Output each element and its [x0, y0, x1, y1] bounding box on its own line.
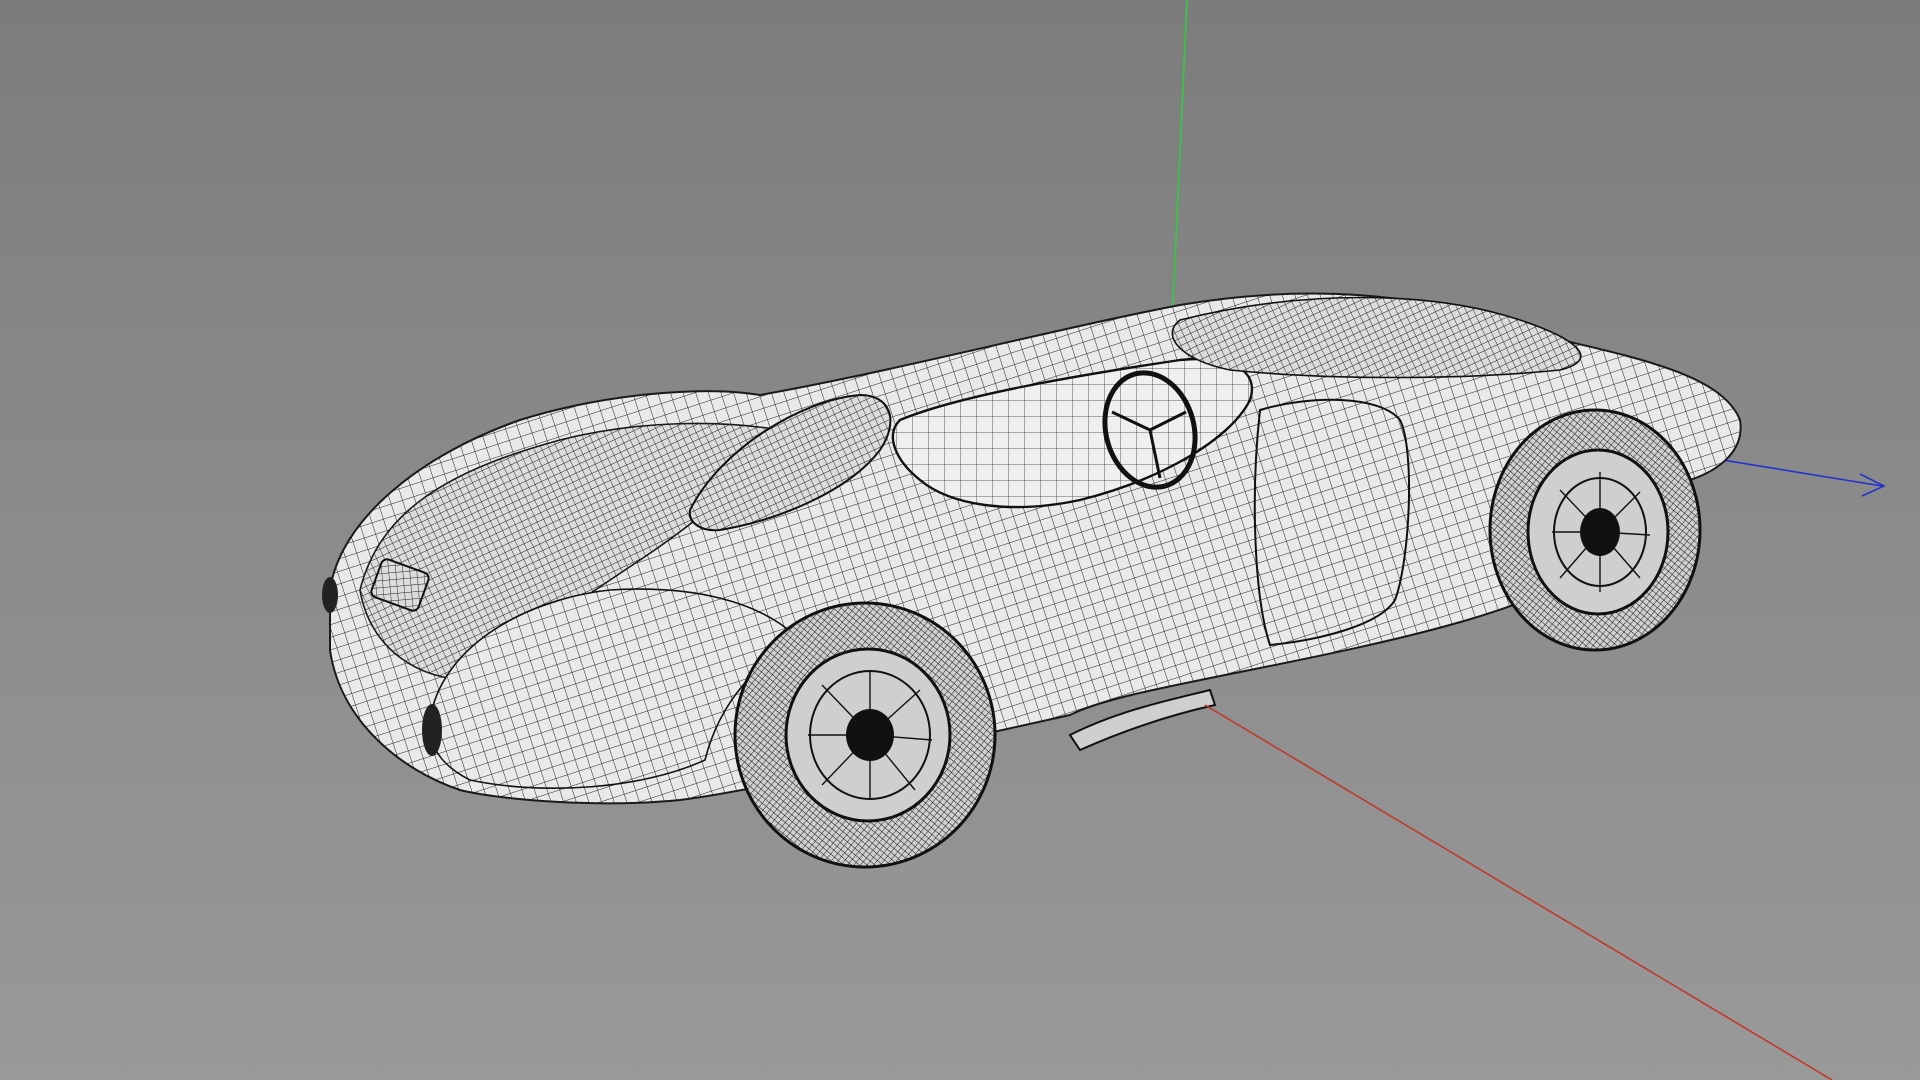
wireframe-car-icon[interactable]: [322, 294, 1741, 867]
tail-light-left: [322, 577, 338, 613]
car-door: [1255, 400, 1409, 645]
tail-light-right: [422, 704, 442, 756]
rear-wheel: [735, 603, 995, 867]
front-wheel: [1490, 410, 1700, 650]
viewport-scene[interactable]: [0, 0, 1920, 1080]
car-hood: [1172, 298, 1580, 378]
3d-viewport[interactable]: [0, 0, 1920, 1080]
x-axis-line-visible: [1204, 704, 1833, 1080]
